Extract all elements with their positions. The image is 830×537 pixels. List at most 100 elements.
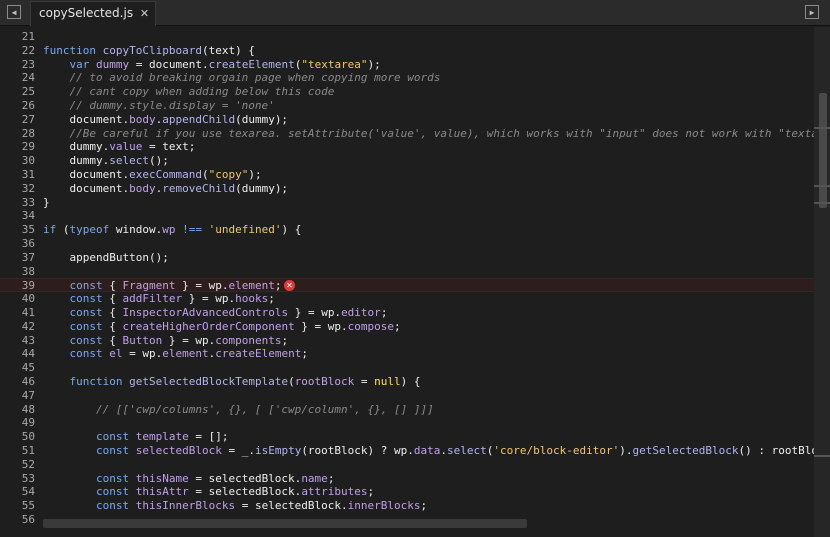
code-line[interactable]: 52 [0, 458, 814, 472]
code-token: Fragment [122, 279, 176, 293]
code-token: ( [288, 375, 295, 388]
code-line[interactable]: 25 // cant copy when adding below this c… [0, 85, 814, 99]
code-line[interactable]: 43 const { Button } = wp.components; [0, 334, 814, 348]
code-token: selectedBlock [135, 444, 222, 457]
code-token: thisInnerBlocks [135, 499, 236, 513]
code-text: const { InspectorAdvancedControls } = wp… [43, 306, 388, 320]
code-token: editor [341, 306, 381, 319]
code-line[interactable]: 35 if (typeof window.wp !== 'undefined') … [0, 223, 814, 237]
code-line[interactable]: 30 dummy.select(); [0, 154, 814, 168]
code-line[interactable]: 32 document.body.removeChild(dummy); [0, 182, 814, 196]
code-line[interactable]: 21 [0, 30, 814, 44]
vertical-scrollbar-thumb[interactable] [819, 93, 827, 208]
code-line[interactable]: 53 const thisName = selectedBlock.name; [0, 472, 814, 486]
code-token: select [109, 154, 149, 168]
code-token: rootBlock [294, 375, 355, 388]
code-line[interactable]: 49 [0, 416, 814, 430]
code-text: // [['cwp/columns', {}, [ ['cwp/column',… [43, 403, 434, 417]
code-line[interactable]: 39 const { Fragment } = wp.element; ✕ [0, 278, 814, 293]
tab-bar: ◀ copySelected.js ✕ ▶ [0, 0, 830, 26]
code-token: isEmpty [254, 444, 302, 457]
scrollbar-marker [814, 127, 830, 129]
code-line[interactable]: 26 // dummy.style.display = 'none' [0, 99, 814, 113]
code-line[interactable]: 44 const el = wp.element.createElement; [0, 347, 814, 361]
code-line[interactable]: 36 [0, 237, 814, 251]
code-token: ; [327, 471, 335, 485]
code-token: typeof [69, 223, 110, 237]
code-token: value [109, 140, 143, 154]
code-text: function getSelectedBlockTemplate(rootBl… [43, 375, 421, 389]
tab-copyselected[interactable]: copySelected.js ✕ [30, 1, 157, 26]
code-text: if (typeof window.wp !== 'undefined') { [43, 223, 301, 237]
code-token: = _. [221, 444, 255, 457]
line-number: 34 [21, 209, 35, 223]
code-line[interactable]: 37 appendButton(); [0, 251, 814, 265]
line-number: 38 [21, 264, 35, 278]
code-token: ; [274, 279, 282, 293]
line-number: 33 [21, 195, 35, 209]
code-line[interactable]: 33} [0, 196, 814, 210]
code-line[interactable]: 50 const template = []; [0, 430, 814, 444]
code-line[interactable]: 46 function getSelectedBlockTemplate(roo… [0, 375, 814, 389]
code-line[interactable]: 47 [0, 389, 814, 403]
code-token: name [301, 471, 328, 485]
code-token: } = wp. [288, 306, 342, 319]
code-line[interactable]: 51 const selectedBlock = _.isEmpty(rootB… [0, 444, 814, 458]
code-token: attributes [301, 485, 368, 499]
tab-scroll-left-button[interactable]: ◀ [7, 5, 21, 19]
code-token: { [102, 292, 123, 306]
code-token: body [129, 181, 156, 195]
vertical-scrollbar[interactable] [814, 27, 830, 537]
code-line[interactable]: 38 [0, 265, 814, 279]
code-token: appendChild [162, 112, 236, 126]
close-icon[interactable]: ✕ [140, 2, 149, 25]
code-text: const { createHigherOrderComponent } = w… [43, 320, 401, 334]
code-text: // dummy.style.display = 'none' [43, 99, 275, 113]
chevron-right-icon: ▶ [809, 8, 815, 17]
code-line[interactable]: 27 document.body.appendChild(dummy); [0, 113, 814, 127]
code-line[interactable]: 40 const { addFilter } = wp.hooks; [0, 292, 814, 306]
code-token: template [135, 430, 189, 444]
code-token: ; [394, 319, 401, 333]
code-token: // [['cwp/columns', {}, [ ['cwp/column',… [95, 402, 434, 416]
line-number: 32 [21, 181, 35, 195]
tab-scroll-right-button[interactable]: ▶ [805, 5, 819, 19]
code-line[interactable]: 22 function copyToClipboard(text) { [0, 44, 814, 58]
code-line[interactable]: 45 [0, 361, 814, 375]
error-icon[interactable]: ✕ [284, 280, 295, 292]
code-token: getSelectedBlockTemplate [129, 375, 289, 388]
code-line[interactable]: 34 [0, 209, 814, 223]
code-line[interactable]: 23 var dummy = document.createElement("t… [0, 58, 814, 72]
code-editor[interactable]: 21 22 function copyToClipboard(text) {23 v… [0, 27, 814, 537]
code-line[interactable]: 55 const thisInnerBlocks = selectedBlock… [0, 499, 814, 513]
horizontal-scrollbar-thumb[interactable] [43, 519, 527, 528]
code-line[interactable]: 28 //Be careful if you use texarea. setA… [0, 127, 814, 141]
code-line[interactable]: 31 document.execCommand("copy"); [0, 168, 814, 182]
line-number: 25 [21, 85, 35, 99]
code-line[interactable]: 41 const { InspectorAdvancedControls } =… [0, 306, 814, 320]
code-line[interactable]: 24 // to avoid breaking orgain page when… [0, 71, 814, 85]
code-token: } = wp. [162, 333, 216, 347]
line-number: 48 [21, 402, 35, 416]
code-line[interactable]: 48 // [['cwp/columns', {}, [ ['cwp/colum… [0, 403, 814, 417]
code-line[interactable]: 29 dummy.value = text; [0, 140, 814, 154]
code-token: (); [148, 154, 169, 168]
code-line[interactable]: 54 const thisAttr = selectedBlock.attrib… [0, 485, 814, 499]
code-token: } = wp. [175, 279, 229, 293]
code-token: const [95, 471, 130, 485]
code-token: const [69, 333, 103, 347]
code-token: createHigherOrderComponent [122, 319, 295, 333]
code-text: var dummy = document.createElement("text… [43, 58, 381, 72]
code-token: null [374, 375, 401, 388]
line-number: 37 [21, 250, 35, 264]
line-number: 29 [21, 140, 35, 154]
line-number: 52 [21, 457, 35, 471]
code-token: const [69, 279, 103, 293]
code-text: const template = []; [43, 430, 228, 444]
code-line[interactable]: 42 const { createHigherOrderComponent } … [0, 320, 814, 334]
code-text: // to avoid breaking orgain page when co… [43, 71, 441, 85]
